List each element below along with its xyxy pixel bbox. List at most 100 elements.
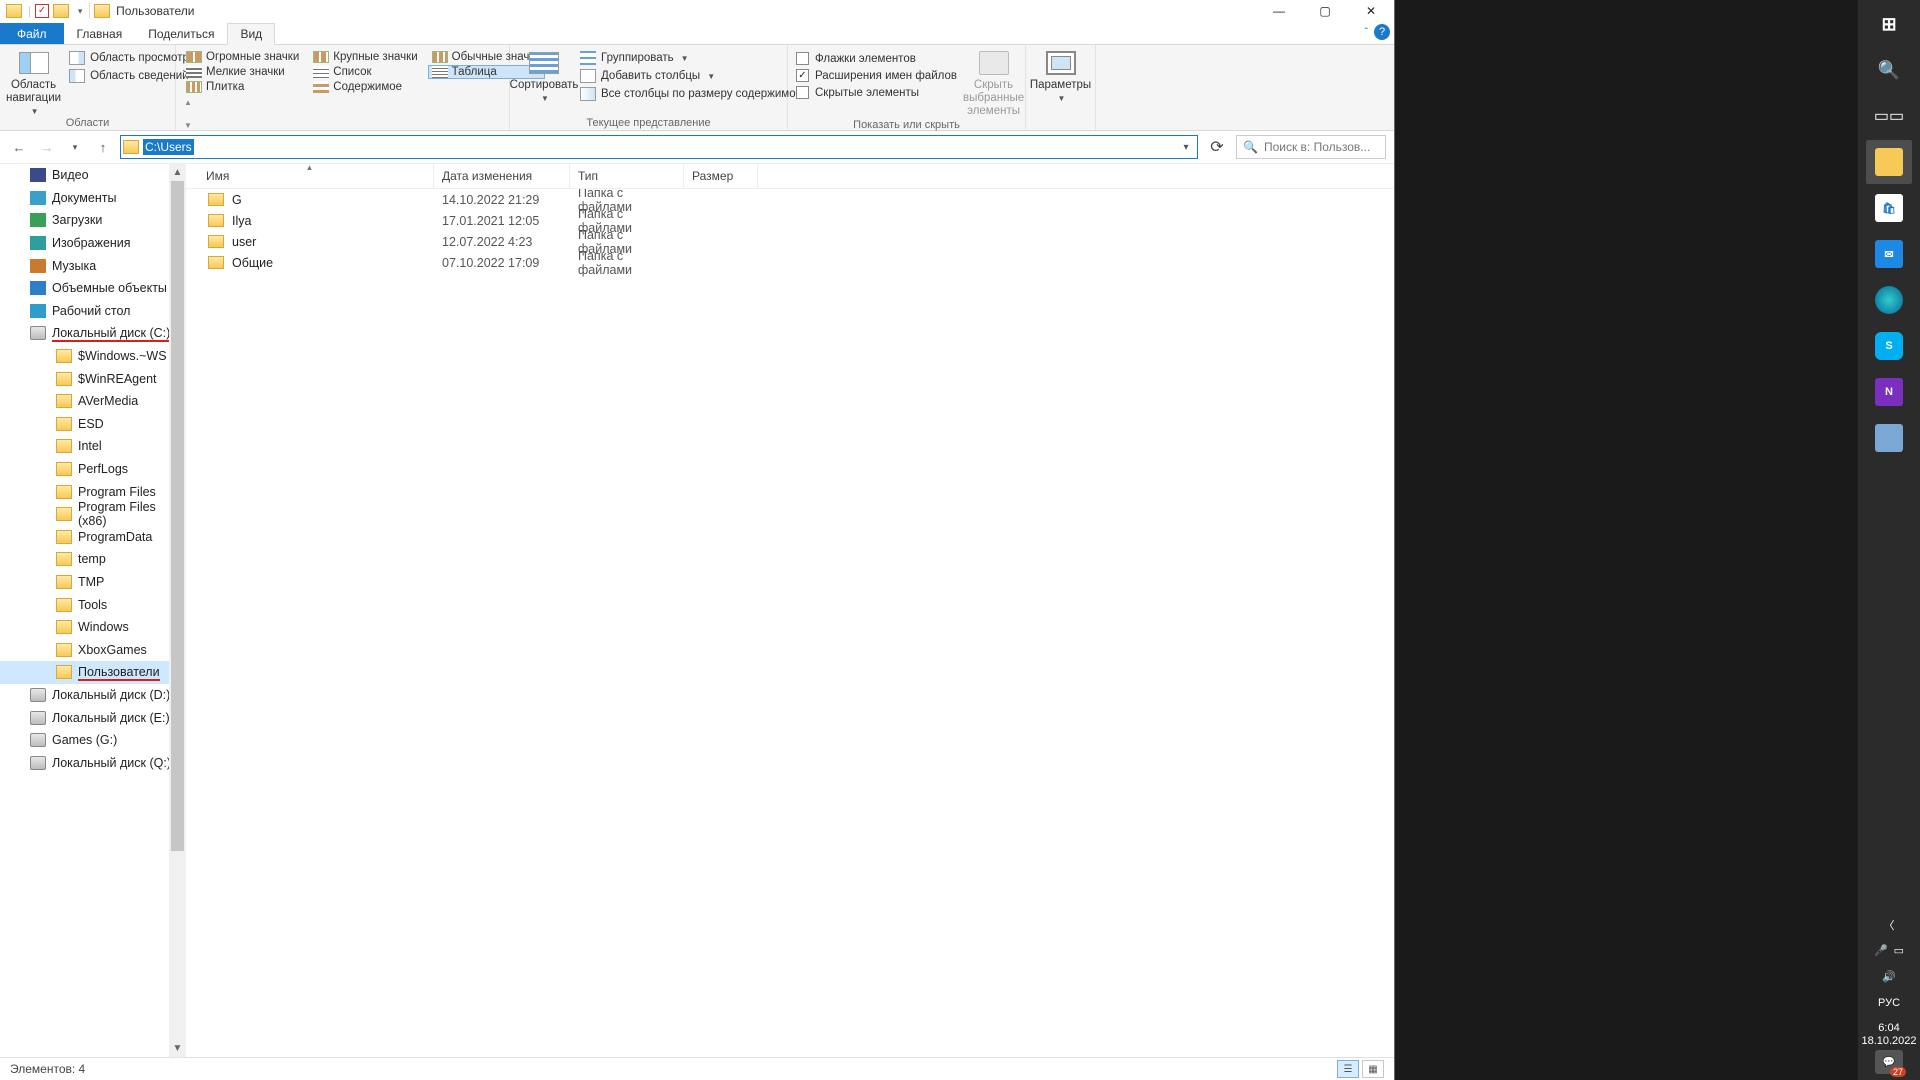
checkbox-item-flags[interactable]: Флажки элементов xyxy=(794,51,959,66)
sidebar-search[interactable]: 🔍 xyxy=(1866,48,1912,92)
tree-item[interactable]: TMP xyxy=(0,571,186,594)
address-path[interactable]: C:\Users xyxy=(143,139,194,155)
scroll-down-icon[interactable]: ▼ xyxy=(169,1040,186,1057)
tree-item[interactable]: Program Files (x86) xyxy=(0,503,186,526)
qat-properties-icon[interactable]: ✓ xyxy=(35,4,49,18)
preview-pane-icon xyxy=(69,51,85,65)
sidebar-notifications[interactable]: 💬 27 xyxy=(1875,1050,1903,1074)
tree-item[interactable]: Windows xyxy=(0,616,186,639)
qat-newfolder-icon[interactable] xyxy=(53,4,69,18)
maximize-button[interactable]: ▢ xyxy=(1302,0,1348,22)
layout-list[interactable]: Список xyxy=(309,65,421,79)
sidebar-store[interactable]: 🛍 xyxy=(1866,186,1912,230)
layout-tiles[interactable]: Плитка xyxy=(182,80,303,94)
nav-pane-button[interactable]: Область навигации ▼ xyxy=(6,47,61,117)
add-columns-button[interactable]: Добавить столбцы ▼ xyxy=(576,68,810,84)
layout-content[interactable]: Содержимое xyxy=(309,80,421,94)
tree-item[interactable]: ESD xyxy=(0,413,186,436)
tree-item[interactable]: $Windows.~WS xyxy=(0,345,186,368)
tree-item[interactable]: Локальный диск (D:) xyxy=(0,684,186,707)
layout-scroll-down-icon[interactable]: ▼ xyxy=(184,121,192,130)
file-row[interactable]: Общие07.10.2022 17:09Папка с файлами xyxy=(186,252,1394,273)
column-size[interactable]: Размер xyxy=(684,164,758,188)
up-button[interactable]: ↑ xyxy=(92,136,114,158)
sidebar-taskview[interactable]: ▭▭ xyxy=(1866,94,1912,138)
ribbon-collapse-icon[interactable]: ˆ xyxy=(1365,27,1368,38)
tree-item[interactable]: Локальный диск (E:) xyxy=(0,706,186,729)
sidebar-mic-proj[interactable]: 🎤 ▭ xyxy=(1866,938,1912,964)
sidebar-expand[interactable]: 〈 xyxy=(1866,912,1912,938)
file-row[interactable]: user12.07.2022 4:23Папка с файлами xyxy=(186,231,1394,252)
tree-item[interactable]: XboxGames xyxy=(0,638,186,661)
tab-home[interactable]: Главная xyxy=(64,23,136,44)
sidebar-mail[interactable]: ✉ xyxy=(1866,232,1912,276)
sidebar-skype[interactable]: S xyxy=(1866,324,1912,368)
hide-selected-label: Скрыть выбранные элементы xyxy=(963,79,1024,119)
address-dropdown-icon[interactable]: ▾ xyxy=(1177,142,1195,153)
sidebar-edge[interactable] xyxy=(1866,278,1912,322)
qat-dropdown-icon[interactable]: ▾ xyxy=(75,6,85,17)
sidebar-start[interactable]: ⊞ xyxy=(1866,2,1912,46)
tree-item[interactable]: Локальный диск (C:) xyxy=(0,322,186,345)
tree-item[interactable]: Рабочий стол xyxy=(0,300,186,323)
tree-item[interactable]: temp xyxy=(0,548,186,571)
history-dropdown[interactable]: ▾ xyxy=(64,136,86,158)
tree-item-label: Изображения xyxy=(52,236,131,250)
tree-item[interactable]: Объемные объекты xyxy=(0,277,186,300)
column-date[interactable]: Дата изменения xyxy=(434,164,570,188)
tab-share[interactable]: Поделиться xyxy=(135,23,227,44)
sidebar-volume[interactable]: 🔊 xyxy=(1866,964,1912,990)
sidebar-lang[interactable]: РУС xyxy=(1866,990,1912,1016)
scroll-up-icon[interactable]: ▲ xyxy=(169,164,186,181)
tree-item[interactable]: Музыка xyxy=(0,254,186,277)
close-button[interactable]: ✕ xyxy=(1348,0,1394,22)
address-bar[interactable]: C:\Users ▾ xyxy=(120,135,1198,159)
options-button[interactable]: Параметры ▼ xyxy=(1033,47,1089,103)
autosize-columns-button[interactable]: Все столбцы по размеру содержимого xyxy=(576,86,810,102)
tree-item[interactable]: Пользователи xyxy=(0,661,186,684)
tab-view[interactable]: Вид xyxy=(227,23,275,45)
tree-item[interactable]: $WinREAgent xyxy=(0,367,186,390)
help-icon[interactable]: ? xyxy=(1374,24,1390,40)
layout-label: Список xyxy=(333,66,371,78)
group-label: Текущее представление xyxy=(516,117,781,130)
view-details-button[interactable]: ☰ xyxy=(1337,1060,1359,1078)
tree-item[interactable]: Tools xyxy=(0,593,186,616)
checkbox-hidden-items[interactable]: Скрытые элементы xyxy=(794,85,959,100)
sidebar-onenote[interactable]: N xyxy=(1866,370,1912,414)
layout-scroll-up-icon[interactable]: ▲ xyxy=(184,98,192,107)
tree-item[interactable]: Документы xyxy=(0,187,186,210)
column-name[interactable]: ▲ Имя xyxy=(186,164,434,188)
file-row[interactable]: Ilya17.01.2021 12:05Папка с файлами xyxy=(186,210,1394,231)
layout-large[interactable]: Крупные значки xyxy=(309,50,421,64)
tree-item[interactable]: PerfLogs xyxy=(0,458,186,481)
scroll-thumb[interactable] xyxy=(171,181,184,851)
tree-item[interactable]: ProgramData xyxy=(0,526,186,549)
layout-small[interactable]: Мелкие значки xyxy=(182,65,303,79)
view-largeicons-button[interactable]: ▦ xyxy=(1362,1060,1384,1078)
tree-item[interactable]: Intel xyxy=(0,435,186,458)
tree-item[interactable]: Видео xyxy=(0,164,186,187)
tree-item[interactable]: Локальный диск (Q:) xyxy=(0,751,186,774)
layout-xlarge[interactable]: Огромные значки xyxy=(182,50,303,64)
tab-file[interactable]: Файл xyxy=(0,23,64,44)
checkbox-extensions[interactable]: ✓ Расширения имен файлов xyxy=(794,68,959,83)
minimize-button[interactable]: — xyxy=(1256,0,1302,22)
tree-item[interactable]: Изображения xyxy=(0,232,186,255)
back-button[interactable]: ← xyxy=(8,136,30,158)
file-row[interactable]: G14.10.2022 21:29Папка с файлами xyxy=(186,189,1394,210)
tree-item[interactable]: AVerMedia xyxy=(0,390,186,413)
column-type[interactable]: Тип xyxy=(570,164,684,188)
sidebar-explorer[interactable] xyxy=(1866,140,1912,184)
refresh-button[interactable]: ⟳ xyxy=(1204,135,1230,159)
search-box[interactable]: 🔍 Поиск в: Пользов... xyxy=(1236,135,1386,159)
hide-selected-button[interactable]: Скрыть выбранные элементы xyxy=(963,47,1024,119)
tree-item[interactable]: Загрузки xyxy=(0,209,186,232)
sidebar-clock[interactable]: 6:04 18.10.2022 xyxy=(1861,1022,1916,1048)
sort-button[interactable]: Сортировать ▼ xyxy=(516,47,572,103)
forward-button[interactable]: → xyxy=(36,136,58,158)
sidebar-app[interactable] xyxy=(1866,416,1912,460)
tree-scrollbar[interactable]: ▲ ▼ xyxy=(169,164,186,1057)
groupby-button[interactable]: Группировать ▼ xyxy=(576,50,810,66)
tree-item[interactable]: Games (G:) xyxy=(0,729,186,752)
